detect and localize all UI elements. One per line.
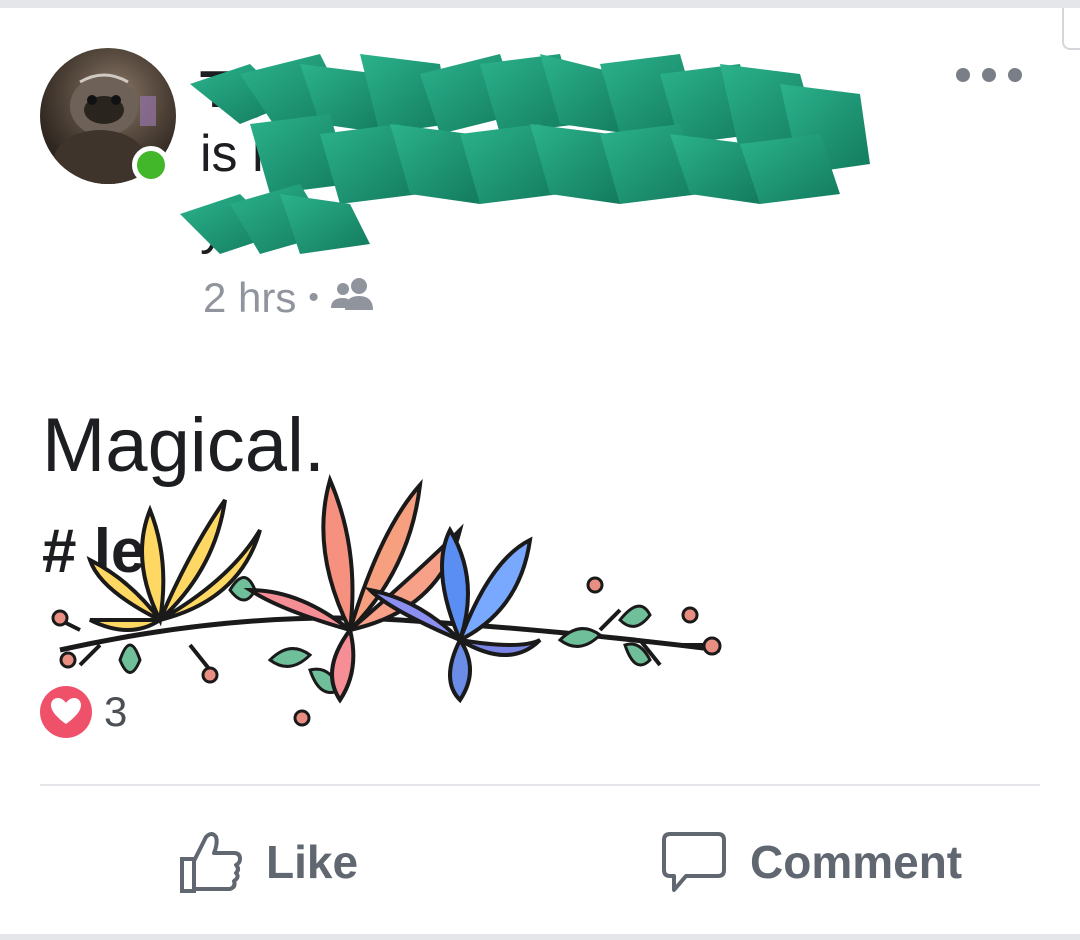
like-label: Like <box>266 836 359 888</box>
more-dot <box>956 68 970 82</box>
flower-sticker <box>51 474 722 727</box>
online-status-dot <box>132 146 170 184</box>
comment-button[interactable]: Comment <box>660 820 962 904</box>
reactions-summary[interactable]: 3 <box>40 686 127 738</box>
top-divider <box>0 0 1080 8</box>
comment-label: Comment <box>750 836 963 888</box>
reaction-count: 3 <box>104 688 128 735</box>
actions-divider <box>40 784 1040 786</box>
activity-text: is n <box>200 125 281 183</box>
thumbs-up-icon <box>180 832 242 893</box>
post-meta: 2 hrs • <box>203 272 375 324</box>
comment-bubble-icon <box>662 832 726 892</box>
post-timestamp[interactable]: 2 hrs <box>203 274 296 322</box>
activity-text-cont: y. <box>200 197 237 255</box>
more-dot <box>982 68 996 82</box>
scrollbar-edge <box>1062 8 1080 50</box>
meta-separator: • <box>308 281 319 314</box>
like-button[interactable]: Like <box>178 820 358 904</box>
heart-icon <box>40 686 92 738</box>
author-name[interactable]: T y V s <box>200 52 900 128</box>
author-avatar[interactable] <box>40 48 176 184</box>
more-dot <box>1008 68 1022 82</box>
more-options-button[interactable] <box>956 58 1022 92</box>
bottom-divider <box>0 934 1080 940</box>
friends-icon[interactable] <box>330 274 375 322</box>
